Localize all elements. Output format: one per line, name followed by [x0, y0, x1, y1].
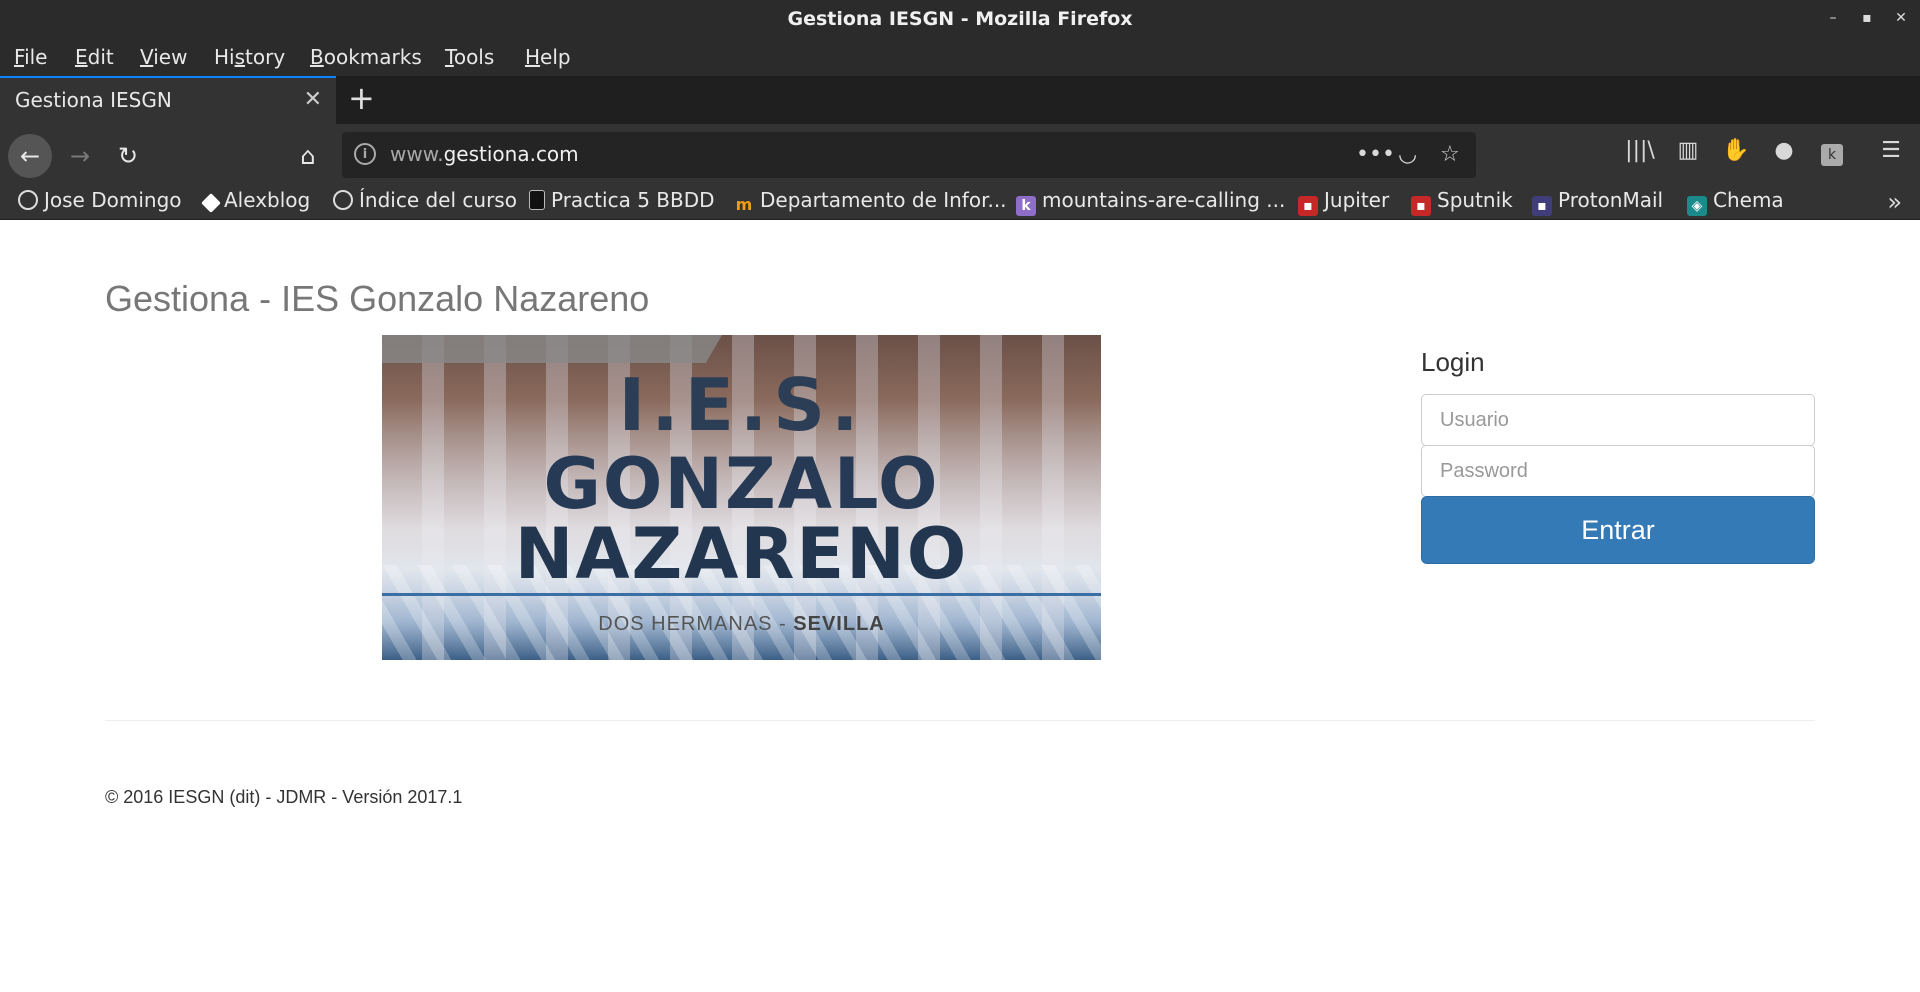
bookmark-sputnik[interactable]: ▪ Sputnik — [1411, 188, 1513, 216]
tab-title: Gestiona IESGN — [15, 88, 172, 112]
globe-icon — [18, 190, 38, 210]
divider — [105, 720, 1815, 721]
close-window-button[interactable]: ✕ — [1891, 8, 1911, 28]
sidebar-icon[interactable]: ▥ — [1671, 138, 1705, 163]
chema-icon: ◈ — [1687, 196, 1707, 216]
menu-file[interactable]: File — [14, 45, 47, 69]
bookmarks-toolbar: Jose Domingo Alexblog Índice del curso P… — [0, 186, 1920, 220]
site-info-icon[interactable]: i — [354, 143, 376, 165]
banner-line-ies: I.E.S. — [618, 363, 865, 447]
bookmark-alexblog[interactable]: Alexblog — [201, 188, 310, 213]
bookmark-star-icon[interactable]: ☆ — [1440, 142, 1460, 167]
menu-bookmarks[interactable]: Bookmarks — [310, 45, 422, 69]
tab-strip: Gestiona IESGN ✕ + — [0, 76, 1920, 124]
extension-icon[interactable]: k — [1821, 144, 1843, 166]
url-bar[interactable]: i www.gestiona.com ••• ◡ ☆ — [342, 132, 1476, 178]
menu-bar: File Edit View History Bookmarks Tools H… — [0, 36, 1920, 76]
bookmark-jupiter[interactable]: ▪ Jupiter — [1298, 188, 1389, 216]
library-icon[interactable]: |||\ — [1623, 138, 1657, 163]
new-tab-button[interactable]: + — [348, 80, 375, 116]
menu-tools[interactable]: Tools — [445, 45, 494, 69]
protonmail-icon: ▪ — [1532, 196, 1552, 216]
back-button[interactable]: ← — [8, 134, 52, 178]
bookmark-departamento[interactable]: m Departamento de Infor... — [734, 188, 1007, 215]
ublock-icon[interactable]: ✋ — [1719, 138, 1753, 163]
red-square-icon: ▪ — [1411, 196, 1431, 216]
forward-button[interactable]: → — [58, 134, 102, 178]
url-text[interactable]: www.gestiona.com — [390, 142, 579, 166]
page-actions-icon[interactable]: ••• — [1356, 142, 1395, 167]
bookmark-practica-5-bbdd[interactable]: Practica 5 BBDD — [529, 188, 715, 212]
menu-help[interactable]: Help — [525, 45, 571, 69]
bookmark-indice-del-curso[interactable]: Índice del curso — [333, 188, 517, 212]
window-title: Gestiona IESGN - Mozilla Firefox — [787, 8, 1133, 30]
moodle-icon: m — [735, 195, 753, 214]
page-title: Gestiona - IES Gonzalo Nazareno — [105, 278, 650, 319]
menu-view[interactable]: View — [140, 45, 187, 69]
menu-edit[interactable]: Edit — [75, 45, 114, 69]
hamburger-menu-icon[interactable]: ☰ — [1874, 138, 1908, 163]
nav-toolbar: ← → ↻ ⌂ i www.gestiona.com ••• ◡ ☆ |||\ … — [0, 124, 1920, 186]
window-titlebar: Gestiona IESGN - Mozilla Firefox – ▪ ✕ — [0, 0, 1920, 36]
maximize-button[interactable]: ▪ — [1857, 8, 1877, 28]
page-content: Gestiona - IES Gonzalo Nazareno I.E.S. G… — [0, 220, 1920, 992]
password-input[interactable]: Password — [1421, 445, 1815, 497]
account-icon[interactable]: ● — [1767, 138, 1801, 163]
banner-line-nazareno: NAZARENO — [514, 513, 969, 595]
pocket-icon[interactable]: ◡ — [1398, 142, 1417, 167]
bookmark-jose-domingo[interactable]: Jose Domingo — [18, 188, 182, 212]
banner-location: DOS HERMANAS - SEVILLA — [598, 613, 885, 635]
login-title: Login — [1421, 347, 1485, 377]
bookmark-protonmail[interactable]: ▪ ProtonMail — [1532, 188, 1663, 216]
red-square-icon: ▪ — [1298, 196, 1318, 216]
username-input[interactable]: Usuario — [1421, 394, 1815, 446]
tab-close-icon[interactable]: ✕ — [304, 87, 322, 112]
globe-icon — [333, 190, 353, 210]
minimize-button[interactable]: – — [1823, 8, 1843, 28]
k-icon: k — [1016, 196, 1036, 216]
school-banner-image: I.E.S. GONZALO NAZARENO DOS HERMANAS - S… — [382, 335, 1101, 660]
footer-text: © 2016 IESGN (dit) - JDMR - Versión 2017… — [105, 787, 463, 807]
document-icon — [529, 190, 545, 210]
tab-gestiona[interactable]: Gestiona IESGN ✕ — [0, 76, 336, 124]
menu-history[interactable]: History — [214, 45, 285, 69]
bookmark-mountains-are-calling[interactable]: k mountains-are-calling ... — [1016, 188, 1285, 216]
home-button[interactable]: ⌂ — [286, 134, 330, 178]
bookmark-chema[interactable]: ◈ Chema — [1687, 188, 1784, 216]
alexblog-icon — [201, 193, 221, 213]
bookmarks-overflow-icon[interactable]: » — [1887, 188, 1902, 216]
reload-button[interactable]: ↻ — [106, 134, 150, 178]
entrar-button[interactable]: Entrar — [1421, 496, 1815, 564]
